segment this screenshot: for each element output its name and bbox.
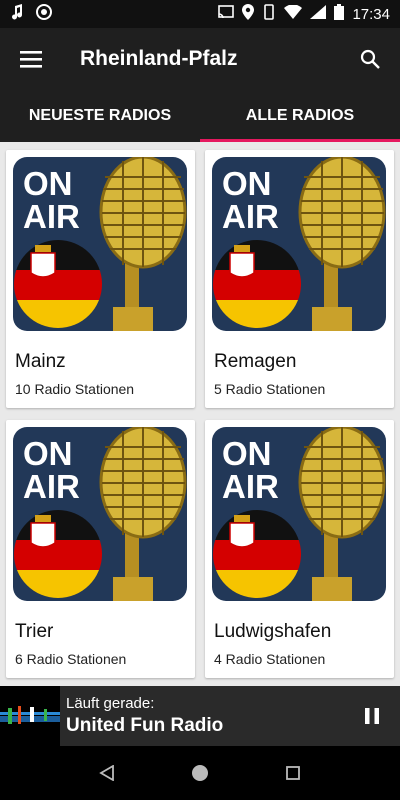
on-air-logo: ON AIR	[212, 427, 386, 601]
status-time: 17:34	[352, 5, 390, 23]
on-air-logo: ON AIR	[13, 157, 187, 331]
now-playing-label: Läuft gerade:	[66, 695, 155, 712]
wifi-icon	[284, 4, 303, 23]
station-thumbnail	[0, 686, 60, 746]
page-title: Rheinland-Pfalz	[80, 47, 238, 70]
search-icon	[360, 49, 380, 69]
status-bar: 17:34	[0, 0, 400, 28]
now-playing-bar[interactable]: Läuft gerade: United Fun Radio	[0, 686, 400, 746]
microphone-flag-icon	[213, 427, 386, 601]
station-count: 4 Radio Stationen	[214, 651, 326, 667]
city-name: Remagen	[214, 351, 297, 372]
on-air-logo: ON AIR	[212, 157, 386, 331]
pause-button[interactable]	[344, 686, 400, 746]
home-button[interactable]	[180, 753, 220, 793]
menu-button[interactable]	[0, 28, 62, 90]
app-bar: Rheinland-Pfalz	[0, 28, 400, 90]
city-card-mainz[interactable]: ON AIR Mainz 10 Radio Stationen	[6, 150, 195, 408]
city-card-ludwigshafen[interactable]: ON AIR Ludwigshafen 4 Radio Stationen	[205, 420, 394, 678]
city-card-trier[interactable]: ON AIR Trier 6 Radio Stationen	[6, 420, 195, 678]
microphone-flag-icon	[14, 427, 187, 601]
station-count: 5 Radio Stationen	[214, 381, 326, 397]
microphone-flag-icon	[213, 157, 386, 331]
location-icon	[242, 4, 255, 24]
music-note-icon	[10, 4, 24, 24]
system-nav-bar	[0, 746, 400, 800]
back-triangle-icon	[98, 765, 114, 781]
city-name: Ludwigshafen	[214, 621, 332, 642]
vibrate-icon	[262, 4, 276, 24]
tab-neueste-radios[interactable]: NEUESTE RADIOS	[0, 90, 200, 142]
pause-icon	[365, 708, 379, 724]
city-name: Trier	[15, 621, 54, 642]
search-button[interactable]	[340, 28, 400, 90]
station-count: 6 Radio Stationen	[15, 651, 127, 667]
microphone-flag-icon	[14, 157, 187, 331]
back-button[interactable]	[87, 753, 127, 793]
cast-icon	[218, 5, 235, 23]
city-grid: ON AIR Mainz 10 Radio Stationen ON AIR R…	[0, 142, 400, 686]
tab-alle-radios[interactable]: ALLE RADIOS	[200, 90, 400, 142]
station-name: United Fun Radio	[66, 715, 224, 736]
on-air-logo: ON AIR	[13, 427, 187, 601]
home-circle-icon	[191, 765, 208, 781]
aperture-icon	[36, 4, 52, 24]
recents-square-icon	[286, 766, 301, 780]
battery-icon	[334, 4, 345, 24]
signal-icon	[310, 5, 327, 23]
recents-button[interactable]	[273, 753, 313, 793]
tab-bar: NEUESTE RADIOS ALLE RADIOS	[0, 90, 400, 142]
city-name: Mainz	[15, 351, 66, 372]
hamburger-menu-icon	[20, 51, 42, 68]
station-count: 10 Radio Stationen	[15, 381, 135, 397]
city-card-remagen[interactable]: ON AIR Remagen 5 Radio Stationen	[205, 150, 394, 408]
